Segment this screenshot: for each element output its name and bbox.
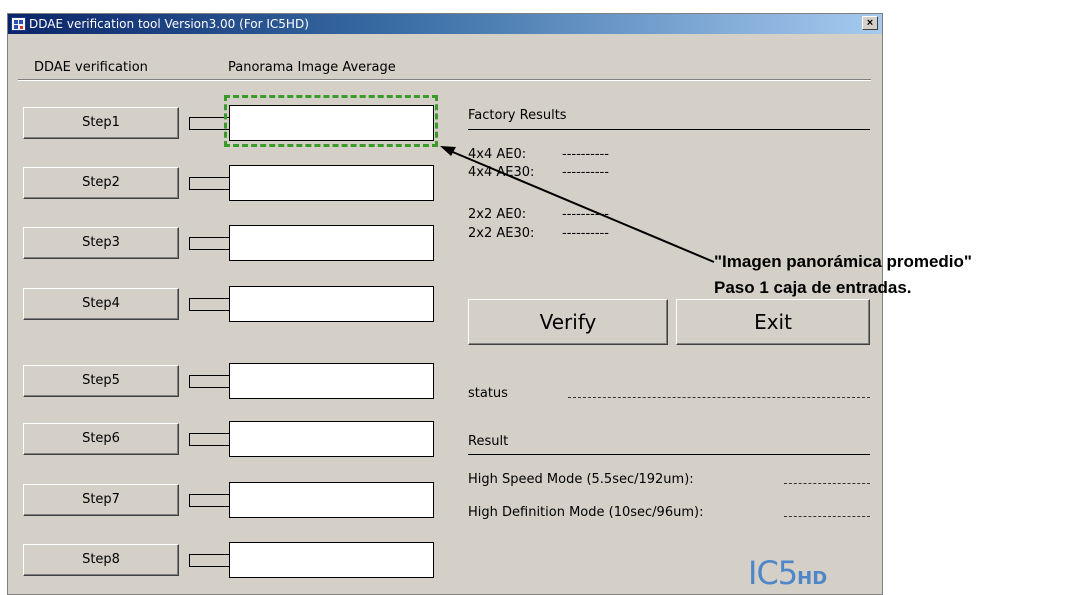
annotation-line2: Paso 1 caja de entradas. [714,278,912,297]
annotation-line1: "Imagen panorámica promedio" [714,252,972,271]
annotation-callout: "Imagen panorámica promedio" Paso 1 caja… [714,249,972,301]
